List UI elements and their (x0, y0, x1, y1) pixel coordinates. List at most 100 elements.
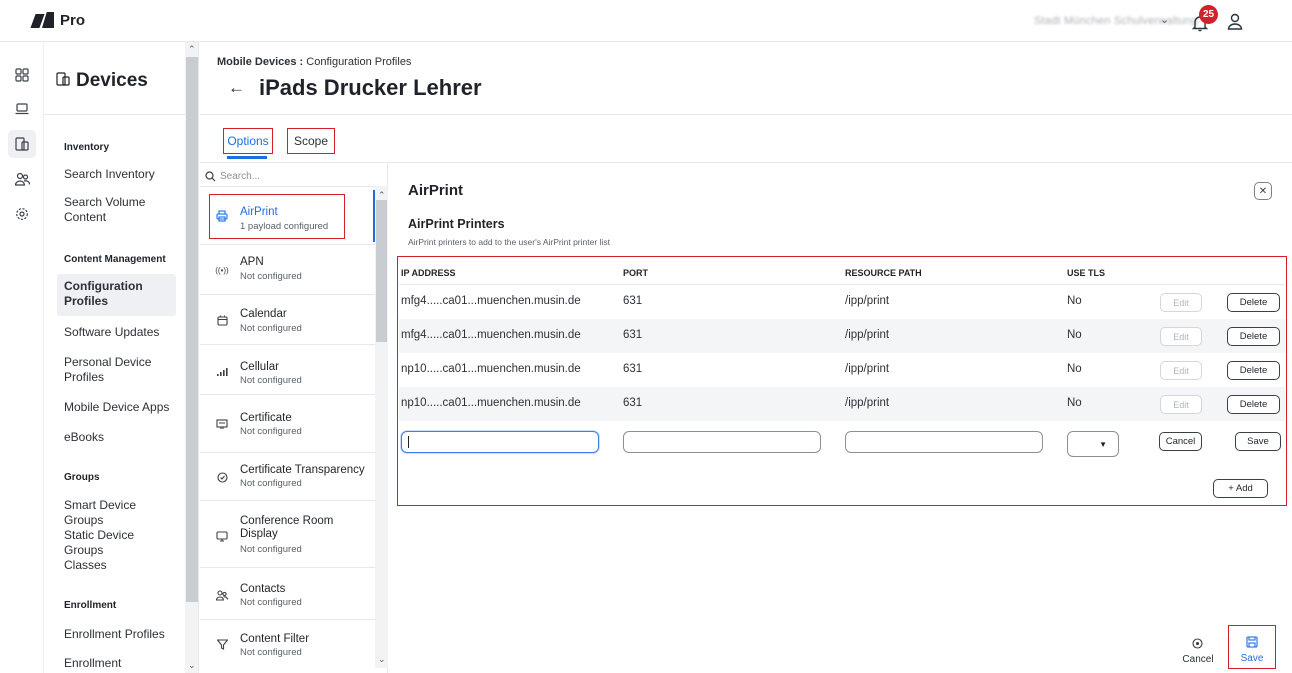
nav-item-smart-device-groups[interactable]: Smart Device Groups (64, 498, 176, 528)
page-title-row: ← iPads Drucker Lehrer (228, 75, 482, 101)
nav-item-static-device-groups[interactable]: Static Device Groups (64, 528, 176, 558)
search-icon (205, 171, 216, 182)
close-icon[interactable]: ✕ (1254, 182, 1272, 200)
add-printer-button[interactable]: + Add (1213, 479, 1268, 498)
nav-item-classes[interactable]: Classes (64, 558, 176, 573)
nav-item-ebooks[interactable]: eBooks (64, 430, 176, 445)
ip-address-input[interactable] (401, 431, 599, 453)
payload-name: Content Filter (240, 633, 310, 645)
scroll-up-icon[interactable]: ⌃ (378, 190, 386, 201)
edit-button[interactable]: Edit (1160, 327, 1202, 346)
tab-options[interactable]: Options (223, 128, 273, 154)
payload-name: Conference Room Display (240, 515, 334, 540)
brand-name: Pro (60, 12, 86, 29)
table-row: mfg4.....ca01...muenchen.musin.de 631 /i… (399, 285, 1285, 319)
payload-title: AirPrint (408, 182, 464, 199)
payload-status: Not configured (240, 647, 302, 658)
contacts-icon (215, 588, 229, 602)
scroll-down-icon[interactable]: ⌄ (188, 660, 196, 671)
breadcrumb-parent[interactable]: Mobile Devices : (217, 56, 303, 68)
text-caret (408, 436, 409, 448)
nav-item-enrollment-profiles[interactable]: Enrollment Profiles (64, 627, 176, 642)
payload-name: Contacts (240, 583, 286, 595)
nav-item-search-inventory[interactable]: Search Inventory (64, 167, 176, 182)
payload-search[interactable]: Search... (205, 171, 260, 182)
payload-scrollbar-thumb[interactable] (376, 200, 387, 342)
brand-logo[interactable] (30, 12, 55, 28)
port-input[interactable] (623, 431, 821, 453)
resource-path-cell: /ipp/print (845, 397, 890, 409)
nav-item-search-volume-content[interactable]: Search Volume Content (64, 195, 176, 225)
payload-item-certificate[interactable]: Certificate Not configured (200, 395, 375, 453)
row-save-button[interactable]: Save (1235, 432, 1281, 451)
delete-button[interactable]: Delete (1227, 293, 1280, 312)
nav-divider (44, 114, 185, 115)
nav-scrollbar-thumb[interactable] (186, 57, 198, 602)
nav-heading-content-management: Content Management (64, 254, 166, 265)
nav-item-personal-device-profiles[interactable]: Personal Device Profiles (64, 355, 176, 385)
payload-item-content-filter[interactable]: Content Filter Not configured (200, 620, 375, 673)
back-arrow-icon[interactable]: ← (228, 78, 245, 98)
payload-status: Not configured (240, 375, 302, 386)
filter-icon (215, 637, 229, 651)
chevron-down-icon[interactable]: ⌄ (1160, 13, 1169, 26)
scroll-down-icon[interactable]: ⌄ (378, 654, 386, 665)
users-icon[interactable] (13, 170, 31, 188)
nav-item-enrollment-invitations[interactable]: Enrollment Invitations (64, 656, 176, 673)
footer-save-button[interactable]: Save (1228, 653, 1276, 664)
search-input[interactable]: Search... (220, 171, 260, 182)
payload-item-contacts[interactable]: Contacts Not configured (200, 568, 375, 620)
payload-item-apn[interactable]: ((•)) APN Not configured (200, 245, 375, 295)
payload-status: Not configured (240, 597, 302, 608)
user-icon[interactable] (1226, 12, 1244, 32)
certificate-icon (215, 417, 229, 431)
tab-scope[interactable]: Scope (287, 128, 335, 154)
section-description: AirPrint printers to add to the user's A… (408, 237, 610, 247)
left-nav: Devices Inventory Search Inventory Searc… (44, 42, 199, 673)
use-tls-cell: No (1067, 329, 1082, 341)
nav-item-mobile-device-apps[interactable]: Mobile Device Apps (64, 400, 176, 415)
delete-button[interactable]: Delete (1227, 395, 1280, 414)
resource-path-cell: /ipp/print (845, 363, 890, 375)
dashboard-icon[interactable] (13, 66, 31, 84)
edit-button[interactable]: Edit (1160, 361, 1202, 380)
edit-button[interactable]: Edit (1160, 293, 1202, 312)
payload-item-calendar[interactable]: Calendar Not configured (200, 295, 375, 345)
nav-item-configuration-profiles[interactable]: Configuration Profiles (64, 279, 176, 309)
use-tls-cell: No (1067, 363, 1082, 375)
use-tls-select[interactable]: ▼ (1067, 431, 1119, 457)
payload-item-cellular[interactable]: Cellular Not configured (200, 345, 375, 395)
payload-item-conference-room-display[interactable]: Conference Room Display Not configured (200, 501, 375, 568)
ip-address-cell: mfg4.....ca01...muenchen.musin.de (401, 295, 581, 307)
settings-icon[interactable] (13, 205, 31, 223)
payload-item-certificate-transparency[interactable]: Certificate Transparency Not configured (200, 453, 375, 501)
delete-button[interactable]: Delete (1227, 361, 1280, 380)
check-circle-icon (215, 470, 229, 484)
ip-address-cell: np10.....ca01...muenchen.musin.de (401, 397, 581, 409)
org-switcher[interactable]: Stadt München Schulverwaltung (1034, 15, 1198, 27)
table-row: np10.....ca01...muenchen.musin.de 631 /i… (399, 353, 1285, 387)
nav-item-software-updates[interactable]: Software Updates (64, 325, 176, 340)
resource-path-input[interactable] (845, 431, 1043, 453)
row-cancel-button[interactable]: Cancel (1159, 432, 1202, 451)
devices-icon[interactable] (13, 135, 31, 153)
payload-status: Not configured (240, 544, 302, 555)
resource-path-cell: /ipp/print (845, 295, 890, 307)
table-row: np10.....ca01...muenchen.musin.de 631 /i… (399, 387, 1285, 421)
edit-button[interactable]: Edit (1160, 395, 1202, 414)
display-icon (215, 529, 229, 543)
payload-name: Certificate (240, 412, 292, 424)
payload-name: Calendar (240, 308, 287, 320)
port-cell: 631 (623, 397, 643, 409)
calendar-icon (215, 313, 229, 327)
column-header-port: PORT (623, 268, 649, 278)
footer-cancel-button[interactable]: Cancel (1180, 654, 1216, 665)
cancel-circle-icon[interactable] (1192, 638, 1203, 652)
use-tls-cell: No (1067, 295, 1082, 307)
scroll-up-icon[interactable]: ⌃ (188, 44, 196, 55)
caret-down-icon: ▼ (1099, 440, 1107, 449)
table-row: mfg4.....ca01...muenchen.musin.de 631 /i… (399, 319, 1285, 353)
save-disk-icon[interactable] (1246, 636, 1258, 651)
delete-button[interactable]: Delete (1227, 327, 1280, 346)
computers-icon[interactable] (13, 100, 31, 118)
